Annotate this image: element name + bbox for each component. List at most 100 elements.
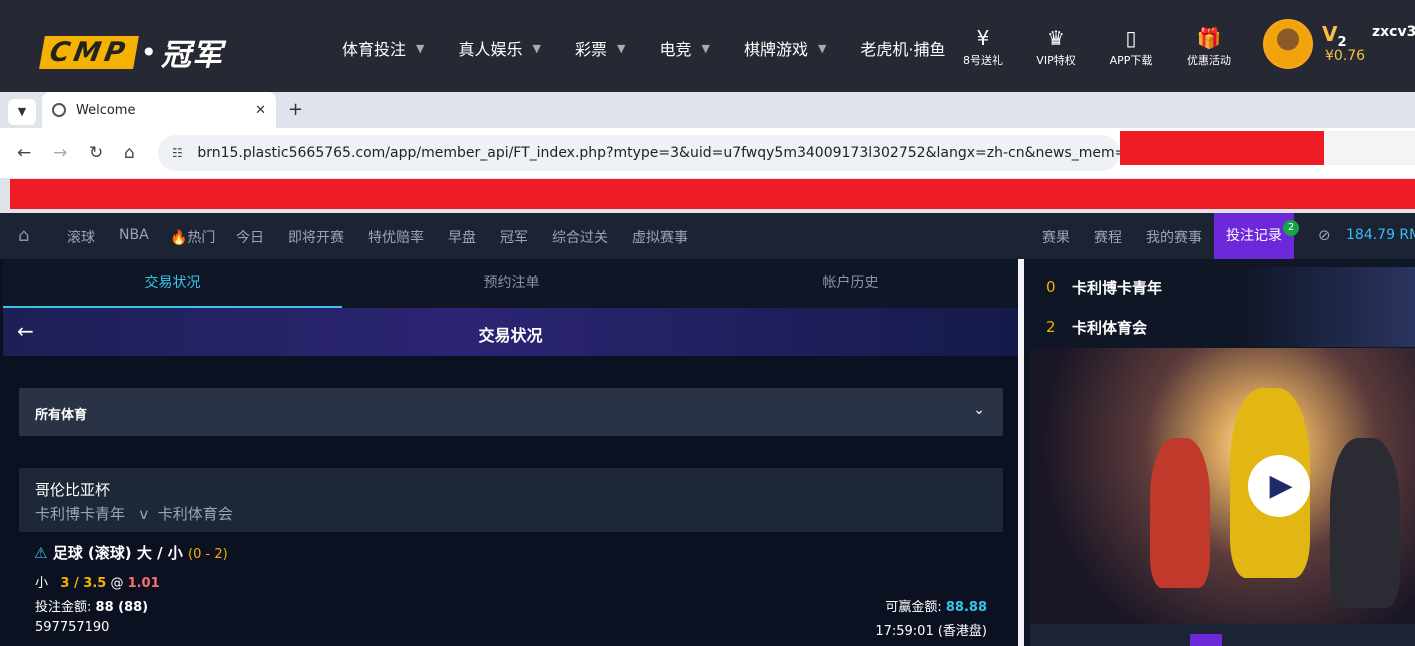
away-team-name: 卡利体育会 bbox=[1072, 319, 1148, 337]
phone-icon: ▯ bbox=[1125, 26, 1137, 50]
subnav-upcoming[interactable]: 即将开赛 bbox=[288, 227, 344, 247]
stake-label: 投注金额: bbox=[35, 600, 92, 615]
back-arrow-icon[interactable]: ← bbox=[17, 143, 31, 163]
close-icon[interactable]: ✕ bbox=[255, 103, 266, 118]
panel-banner: ← 交易状况 bbox=[3, 308, 1018, 356]
home-team-name: 卡利博卡青年 bbox=[1072, 279, 1163, 297]
toolbar-area bbox=[1324, 131, 1415, 165]
play-button[interactable]: ▶ bbox=[1248, 455, 1310, 517]
live-video[interactable]: ▶ bbox=[1030, 348, 1415, 624]
home-score: 0 bbox=[1046, 278, 1056, 296]
tab-reserved-bets[interactable]: 预约注单 bbox=[342, 259, 681, 308]
site-header: CMP • 冠军 体育投注 ▼ 真人娱乐 ▼ 彩票 ▼ 电竞 ▼ 棋牌游戏 ▼ 老虎机·捕… bbox=[0, 0, 1415, 92]
account-balance: 184.79 RM bbox=[1346, 227, 1415, 243]
tab-title: Welcome bbox=[76, 102, 136, 118]
quick-promotions[interactable]: 🎁 优惠活动 bbox=[1174, 26, 1244, 68]
nav-label: 老虎机·捕鱼 bbox=[860, 40, 946, 59]
tab-transaction-status[interactable]: 交易状况 bbox=[3, 259, 342, 308]
tab-account-history[interactable]: 帐户历史 bbox=[681, 259, 1020, 308]
ticket-yen-icon: ¥ bbox=[976, 26, 990, 50]
quick-gift-8[interactable]: ¥ 8号送礼 bbox=[948, 26, 1018, 68]
url-bar[interactable]: ☷ brn15.plastic5665765.com/app/member_ap… bbox=[158, 135, 1120, 171]
new-tab-button[interactable]: + bbox=[288, 99, 303, 120]
browser-chrome: ▼ Welcome ✕ + ← → ↻ ⌂ ☷ brn15.plastic566… bbox=[0, 92, 1415, 213]
player-figure bbox=[1330, 438, 1400, 608]
nav-lottery[interactable]: 彩票 ▼ bbox=[575, 36, 625, 60]
bet-type: 足球 (滚球) 大 / 小 bbox=[52, 544, 183, 562]
home-team: 卡利博卡青年 bbox=[35, 505, 126, 523]
reload-icon[interactable]: ↻ bbox=[89, 143, 103, 163]
video-controls bbox=[1030, 624, 1415, 646]
nav-card-games[interactable]: 棋牌游戏 ▼ bbox=[744, 36, 826, 60]
match-teams: 卡利博卡青年 v 卡利体育会 bbox=[35, 503, 233, 524]
site-logo[interactable]: CMP • 冠军 bbox=[39, 30, 223, 74]
panel-title: 交易状况 bbox=[478, 326, 543, 345]
redaction-block bbox=[1120, 131, 1324, 165]
forward-arrow-icon[interactable]: → bbox=[53, 143, 67, 163]
tab-search-button[interactable]: ▼ bbox=[8, 99, 36, 125]
play-icon: ▶ bbox=[1269, 468, 1293, 503]
username[interactable]: zxcv3 bbox=[1372, 24, 1415, 40]
away-team: 卡利体育会 bbox=[157, 505, 233, 523]
subnav-outright[interactable]: 冠军 bbox=[500, 227, 528, 247]
video-tab-active[interactable] bbox=[1190, 634, 1222, 646]
home-icon[interactable]: ⌂ bbox=[124, 143, 135, 163]
redaction-bar bbox=[10, 179, 1415, 209]
subnav-parlay[interactable]: 综合过关 bbox=[552, 227, 608, 247]
bet-panel: 交易状况 预约注单 帐户历史 ← 交易状况 所有体育 ⌄ 哥伦比亚杯 卡利博卡青… bbox=[3, 259, 1018, 646]
bet-detail: ⚠ 足球 (滚球) 大 / 小 (0 - 2) 小 3 / 3.5 @ 1.01… bbox=[19, 532, 1003, 646]
subnav-nba[interactable]: NBA bbox=[119, 227, 149, 243]
quick-vip[interactable]: ♛ VIP特权 bbox=[1021, 26, 1091, 68]
league-name: 哥伦比亚杯 bbox=[35, 481, 111, 499]
subnav-early[interactable]: 早盘 bbox=[448, 227, 476, 247]
subnav-hot[interactable]: 🔥热门 bbox=[170, 227, 215, 247]
site-settings-icon[interactable]: ☷ bbox=[172, 146, 187, 160]
at-sign: @ bbox=[110, 576, 124, 591]
avatar[interactable] bbox=[1263, 19, 1313, 69]
nav-esports[interactable]: 电竞 ▼ bbox=[659, 36, 709, 60]
subnav-today[interactable]: 今日 bbox=[236, 227, 264, 247]
quick-label: APP下载 bbox=[1109, 54, 1153, 67]
chevron-down-icon: ▼ bbox=[17, 105, 27, 118]
pick-side: 小 bbox=[35, 576, 49, 591]
chevron-down-icon: ▼ bbox=[532, 41, 541, 55]
chevron-down-icon: ⌄ bbox=[973, 402, 985, 418]
nav-label: 体育投注 bbox=[342, 40, 407, 59]
live-panel: 0 卡利博卡青年 2 卡利体育会 ▶ bbox=[1024, 259, 1415, 646]
quick-label: 优惠活动 bbox=[1187, 54, 1231, 67]
subnav-my-matches[interactable]: 我的赛事 bbox=[1146, 227, 1202, 247]
vip-level: V2 bbox=[1322, 22, 1347, 50]
bet-record-button[interactable]: 投注记录 bbox=[1214, 213, 1294, 259]
header-balance: ¥0.76 bbox=[1325, 48, 1366, 64]
nav-live-casino[interactable]: 真人娱乐 ▼ bbox=[458, 36, 540, 60]
url-text: brn15.plastic5665765.com/app/member_api/… bbox=[197, 145, 1120, 161]
chevron-down-icon: ▼ bbox=[817, 41, 827, 55]
vip-letter: V bbox=[1322, 22, 1338, 46]
globe-icon bbox=[52, 103, 66, 117]
nav-sports[interactable]: 体育投注 ▼ bbox=[342, 36, 424, 60]
subnav-live[interactable]: 滚球 bbox=[67, 227, 95, 247]
panel-tabs: 交易状况 预约注单 帐户历史 bbox=[3, 259, 1018, 308]
home-icon[interactable]: ⌂ bbox=[18, 225, 29, 246]
potential-win: 可赢金额: 88.88 bbox=[885, 596, 987, 615]
subnav-best-odds[interactable]: 特优赔率 bbox=[368, 227, 424, 247]
subnav-schedule[interactable]: 赛程 bbox=[1094, 227, 1122, 247]
bet-pick: 小 3 / 3.5 @ 1.01 bbox=[35, 572, 160, 591]
sport-filter-value: 所有体育 bbox=[35, 408, 88, 423]
quick-app-download[interactable]: ▯ APP下载 bbox=[1096, 26, 1166, 68]
match-score: (0 - 2) bbox=[188, 547, 228, 562]
crown-icon: ♛ bbox=[1047, 26, 1065, 50]
match-card: 哥伦比亚杯 卡利博卡青年 v 卡利体育会 bbox=[19, 468, 1003, 532]
chevron-down-icon: ▼ bbox=[616, 41, 626, 55]
stake-value: 88 (88) bbox=[95, 600, 149, 615]
main-nav: 体育投注 ▼ 真人娱乐 ▼ 彩票 ▼ 电竞 ▼ 棋牌游戏 ▼ 老虎机·捕鱼 bbox=[342, 36, 980, 60]
subnav-results[interactable]: 赛果 bbox=[1042, 227, 1070, 247]
nav-label: 彩票 bbox=[574, 40, 607, 59]
nav-label: 电竞 bbox=[659, 40, 692, 59]
subnav-virtual[interactable]: 虚拟赛事 bbox=[632, 227, 688, 247]
nav-slots-fishing[interactable]: 老虎机·捕鱼 bbox=[860, 36, 945, 60]
sport-filter-select[interactable]: 所有体育 ⌄ bbox=[19, 388, 1003, 436]
eye-slash-icon[interactable]: ⊘ bbox=[1318, 226, 1331, 244]
browser-tab[interactable]: Welcome ✕ bbox=[42, 92, 276, 128]
score-row-home: 0 卡利博卡青年 bbox=[1024, 267, 1415, 307]
